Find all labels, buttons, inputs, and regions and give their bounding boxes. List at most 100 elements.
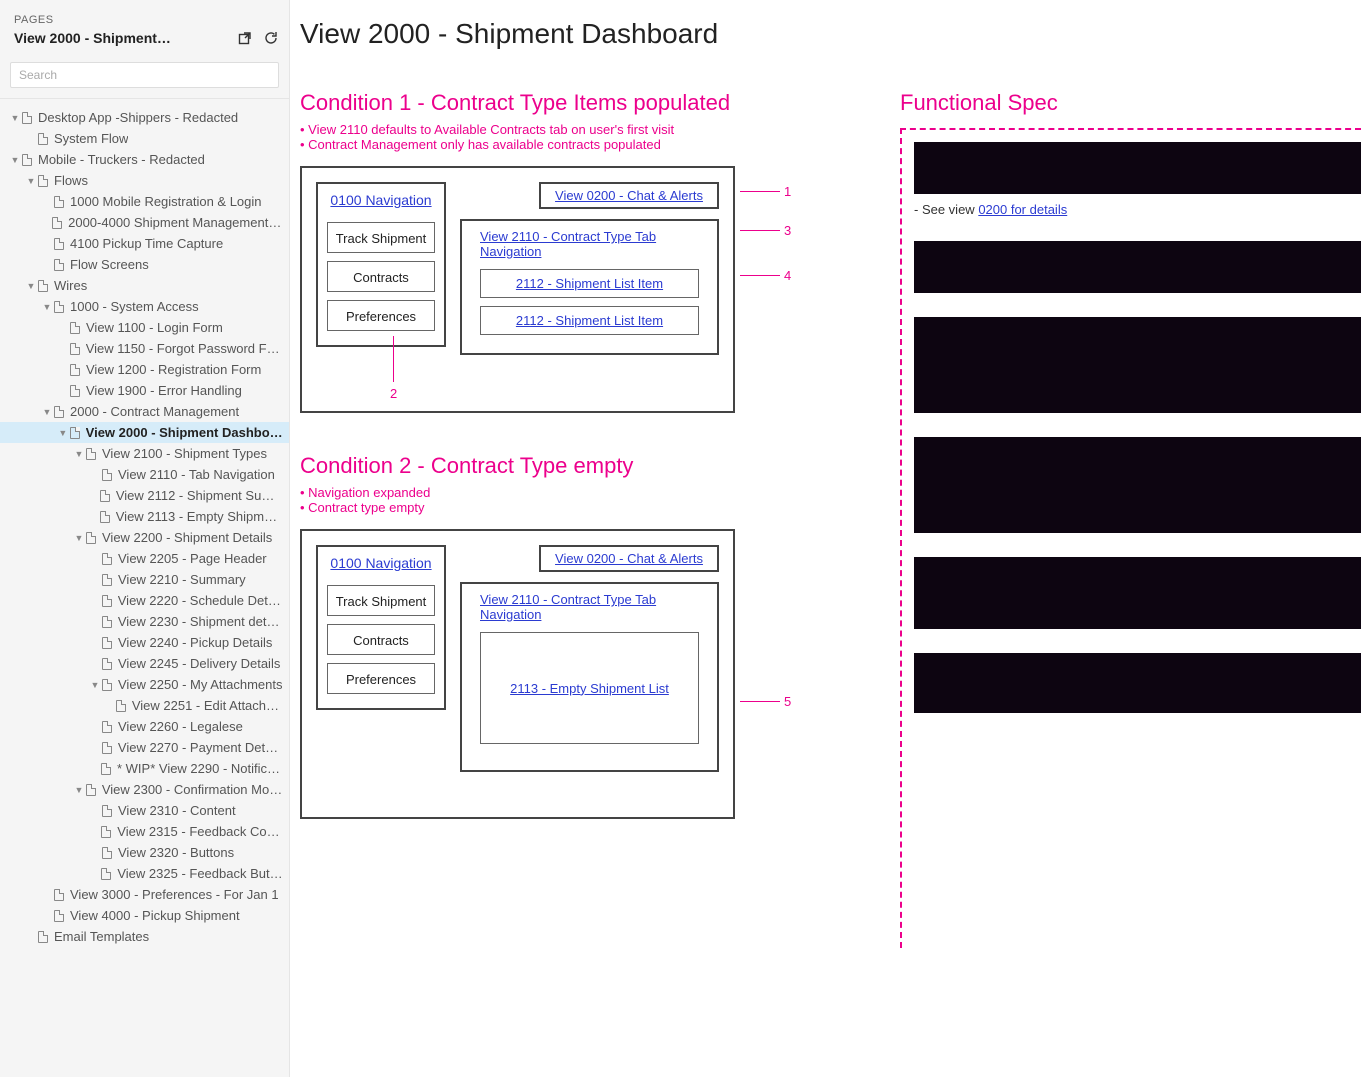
nav-preferences[interactable]: Preferences [327, 300, 435, 331]
tree-row[interactable]: View 1100 - Login Form [0, 317, 289, 338]
tree-row[interactable]: ▼Flows [0, 170, 289, 191]
annotation-4: 4 [740, 268, 791, 283]
tree-row[interactable]: ▼2000 - Contract Management [0, 401, 289, 422]
tree-row[interactable]: View 1200 - Registration Form [0, 359, 289, 380]
page-icon [102, 616, 112, 628]
caret-icon[interactable]: ▼ [10, 155, 20, 165]
tree-row[interactable]: View 1900 - Error Handling [0, 380, 289, 401]
chat-alerts-link[interactable]: View 0200 - Chat & Alerts [539, 182, 719, 209]
tree-row[interactable]: View 2315 - Feedback Content [0, 821, 289, 842]
functional-spec-title: Functional Spec [900, 90, 1361, 116]
tree-row[interactable]: * WIP* View 2290 - Notifications [0, 758, 289, 779]
annotation-5: 5 [740, 694, 791, 709]
tree-row[interactable]: Email Templates [0, 926, 289, 947]
caret-icon[interactable]: ▼ [42, 302, 52, 312]
wireframe-1-wrap: 0100 Navigation Track Shipment Contracts… [300, 166, 820, 413]
tree-label: Desktop App -Shippers - Redacted [38, 110, 238, 125]
tree-row[interactable]: ▼ Desktop App -Shippers - Redacted [0, 107, 289, 128]
shipment-list-item[interactable]: 2112 - Shipment List Item [480, 306, 699, 335]
nav-preferences[interactable]: Preferences [327, 663, 435, 694]
caret-icon[interactable]: ▼ [26, 176, 36, 186]
page-icon [22, 112, 32, 124]
page-icon [70, 322, 80, 334]
page-tree[interactable]: ▼ Desktop App -Shippers - Redacted System … [0, 99, 289, 1077]
nav-track-shipment[interactable]: Track Shipment [327, 585, 435, 616]
nav-title-link[interactable]: 0100 Navigation [330, 192, 431, 208]
current-page-title: View 2000 - Shipment… [14, 30, 171, 46]
page-icon [101, 868, 111, 880]
chat-alerts-link[interactable]: View 0200 - Chat & Alerts [539, 545, 719, 572]
header-icons [237, 30, 279, 46]
tab-nav-link[interactable]: View 2110 - Contract Type Tab Navigation [480, 229, 699, 259]
tree-row[interactable]: 4100 Pickup Time Capture [0, 233, 289, 254]
tree-row[interactable]: View 4000 - Pickup Shipment [0, 905, 289, 926]
caret-icon[interactable]: ▼ [90, 680, 100, 690]
pages-heading: PAGES [14, 14, 279, 26]
tree-row[interactable]: View 2320 - Buttons [0, 842, 289, 863]
tree-row[interactable]: View 2210 - Summary [0, 569, 289, 590]
tree-row[interactable]: View 2220 - Schedule Details [0, 590, 289, 611]
caret-icon[interactable]: ▼ [74, 533, 84, 543]
caret-icon[interactable]: ▼ [74, 449, 84, 459]
tree-label: Wires [54, 278, 87, 293]
tree-row[interactable]: View 3000 - Preferences - For Jan 1 [0, 884, 289, 905]
tree-row[interactable]: Flow Screens [0, 254, 289, 275]
redacted-block [914, 142, 1361, 194]
spec-link-0200[interactable]: 0200 for details [978, 202, 1067, 217]
nav-contracts[interactable]: Contracts [327, 624, 435, 655]
tree-row[interactable]: 1000 Mobile Registration & Login [0, 191, 289, 212]
tree-label: View 2325 - Feedback Buttons [117, 866, 283, 881]
tree-label: View 2270 - Payment Details [118, 740, 283, 755]
caret-icon[interactable]: ▼ [10, 113, 20, 123]
caret-icon[interactable]: ▼ [42, 407, 52, 417]
tree-row[interactable]: View 2270 - Payment Details [0, 737, 289, 758]
tab-nav-link[interactable]: View 2110 - Contract Type Tab Navigation [480, 592, 699, 622]
tree-row[interactable]: ▼1000 - System Access [0, 296, 289, 317]
tree-row[interactable]: View 2251 - Edit Attachment Post [0, 695, 289, 716]
search-container [0, 52, 289, 99]
caret-icon[interactable]: ▼ [74, 785, 84, 795]
condition-1-bullets: View 2110 defaults to Available Contract… [300, 122, 860, 152]
search-input[interactable] [10, 62, 279, 88]
tree-row[interactable]: View 2240 - Pickup Details [0, 632, 289, 653]
refresh-icon[interactable] [263, 30, 279, 46]
nav-track-shipment[interactable]: Track Shipment [327, 222, 435, 253]
tree-row[interactable]: ▼View 2250 - My Attachments [0, 674, 289, 695]
wireframe-right-group: View 0200 - Chat & Alerts View 2110 - Co… [460, 182, 719, 355]
tree-row[interactable]: View 2205 - Page Header [0, 548, 289, 569]
external-link-icon[interactable] [237, 30, 253, 46]
tree-row[interactable]: ▼View 2300 - Confirmation Modal [0, 779, 289, 800]
tree-row[interactable]: View 2230 - Shipment details [0, 611, 289, 632]
nav-title-link[interactable]: 0100 Navigation [330, 555, 431, 571]
tree-row[interactable]: View 2112 - Shipment Summary Item [0, 485, 289, 506]
empty-shipment-list[interactable]: 2113 - Empty Shipment List [480, 632, 699, 744]
tree-row[interactable]: View 2260 - Legalese [0, 716, 289, 737]
condition-1: Condition 1 - Contract Type Items popula… [300, 90, 860, 413]
tree-row[interactable]: ▼ View 2100 - Shipment Types [0, 443, 289, 464]
nav-panel[interactable]: 0100 Navigation Track Shipment Contracts… [316, 182, 446, 347]
shipment-list-item[interactable]: 2112 - Shipment List Item [480, 269, 699, 298]
tree-row[interactable]: ▼Mobile - Truckers - Redacted [0, 149, 289, 170]
page-icon [52, 217, 62, 229]
tree-label: View 2100 - Shipment Types [102, 446, 267, 461]
page-icon [102, 469, 112, 481]
tree-row[interactable]: 2000-4000 Shipment Management & Tracking [0, 212, 289, 233]
caret-icon[interactable]: ▼ [58, 428, 68, 438]
tree-row[interactable]: ▼View 2000 - Shipment Dashboard [0, 422, 289, 443]
tree-row[interactable]: ▼View 2200 - Shipment Details [0, 527, 289, 548]
caret-icon[interactable]: ▼ [26, 281, 36, 291]
tree-row[interactable]: View 2245 - Delivery Details [0, 653, 289, 674]
nav-panel[interactable]: 0100 Navigation Track Shipment Contracts… [316, 545, 446, 710]
nav-contracts[interactable]: Contracts [327, 261, 435, 292]
tree-row[interactable]: ▼ Wires [0, 275, 289, 296]
tree-row[interactable]: View 1150 - Forgot Password Form [0, 338, 289, 359]
spec-line: - See view 0200 for details [914, 202, 1361, 217]
tree-row[interactable]: View 2110 - Tab Navigation [0, 464, 289, 485]
redacted-block [914, 557, 1361, 629]
tree-row[interactable]: System Flow [0, 128, 289, 149]
tree-row[interactable]: View 2310 - Content [0, 800, 289, 821]
tree-row[interactable]: View 2113 - Empty Shipment Content [0, 506, 289, 527]
page-icon [102, 637, 112, 649]
tree-row[interactable]: View 2325 - Feedback Buttons [0, 863, 289, 884]
page-icon [102, 553, 112, 565]
